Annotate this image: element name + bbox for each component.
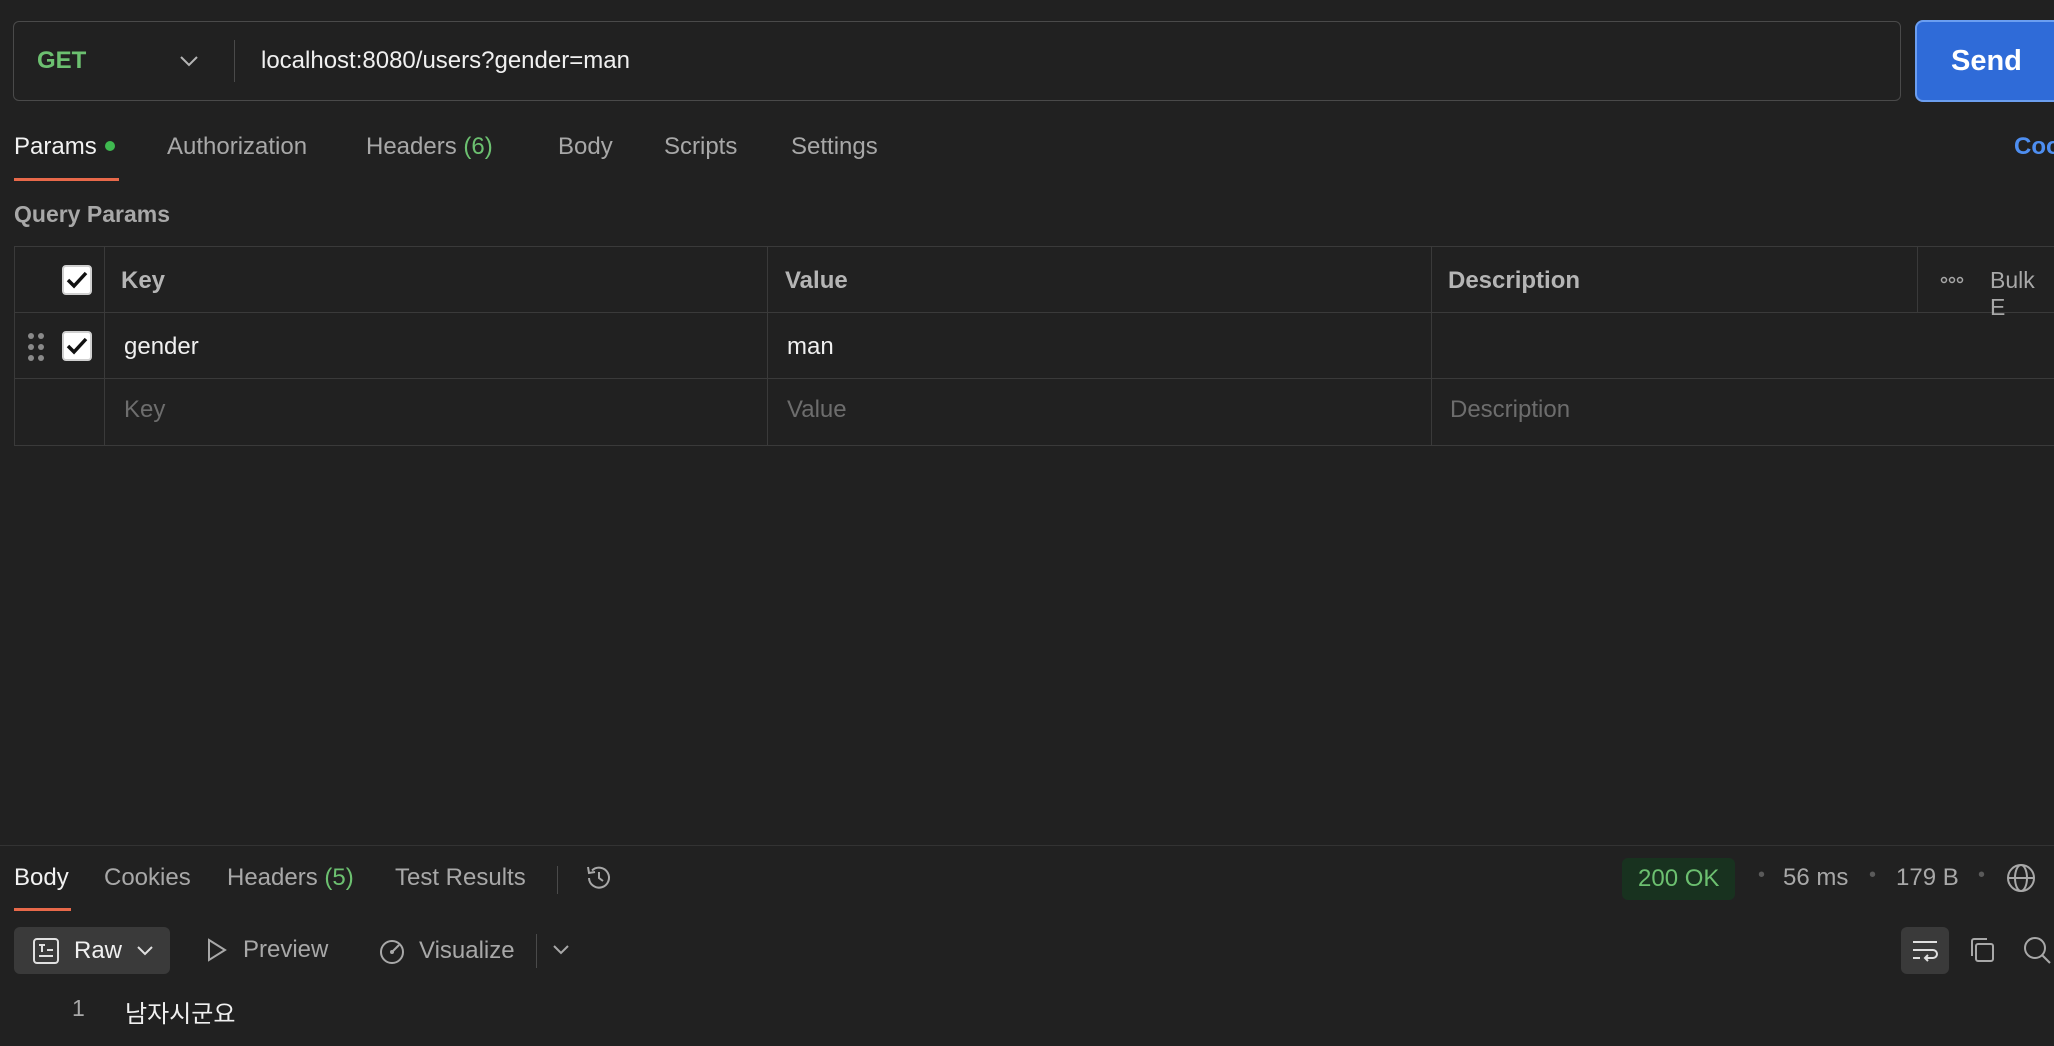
copy-icon[interactable]	[1967, 935, 1997, 970]
table-divider	[14, 312, 2054, 313]
line-number: 1	[72, 995, 85, 1021]
param-key-cell[interactable]: gender	[124, 333, 199, 361]
column-header-key: Key	[121, 267, 166, 294]
divider	[234, 40, 235, 82]
tab-authorization[interactable]: Authorization	[167, 133, 307, 161]
row-enable-checkbox[interactable]	[62, 331, 92, 361]
tab-body[interactable]: Body	[558, 133, 613, 161]
new-key-input[interactable]: Key	[124, 396, 165, 424]
tab-label: Headers	[366, 133, 457, 160]
param-value-cell[interactable]: man	[787, 333, 834, 361]
divider	[557, 866, 558, 894]
code-link[interactable]: Coo	[2014, 133, 2054, 161]
check-icon	[66, 271, 88, 289]
wrap-lines-icon	[1913, 940, 1938, 962]
format-label: Raw	[74, 936, 123, 964]
tab-label: Params	[14, 133, 97, 160]
response-tab-headers[interactable]: Headers (5)	[227, 864, 354, 892]
active-dot-icon	[104, 140, 115, 151]
visualize-button[interactable]: Visualize	[377, 936, 515, 966]
new-value-input[interactable]: Value	[787, 396, 847, 424]
response-time[interactable]: 56 ms	[1783, 864, 1848, 892]
response-tab-body[interactable]: Body	[14, 864, 69, 892]
column-header-value: Value	[785, 267, 848, 294]
response-tab-cookies[interactable]: Cookies	[104, 864, 191, 892]
column-header-description: Description	[1448, 267, 1581, 294]
new-description-input[interactable]: Description	[1450, 396, 1570, 424]
headers-count: (5)	[324, 864, 354, 891]
bulk-edit-link[interactable]: Bulk E	[1990, 267, 2054, 321]
tab-label: Headers	[227, 864, 318, 891]
response-size[interactable]: 179 B	[1896, 864, 1959, 892]
active-tab-underline	[14, 908, 71, 911]
separator-dot: •	[1978, 864, 1986, 886]
send-button[interactable]: Send	[1915, 20, 2054, 102]
preview-label: Preview	[243, 936, 329, 963]
chevron-down-icon	[137, 945, 153, 955]
table-divider	[767, 246, 768, 446]
params-table	[14, 246, 2054, 446]
method-select[interactable]: GET	[37, 22, 86, 100]
more-options-icon[interactable]	[1940, 268, 1964, 291]
divider	[536, 934, 537, 968]
raw-format-icon	[33, 937, 59, 964]
preview-button[interactable]: Preview	[205, 936, 328, 964]
status-badge[interactable]: 200 OK	[1622, 858, 1736, 900]
chevron-down-icon[interactable]	[179, 22, 199, 100]
wrap-lines-button[interactable]	[1901, 927, 1949, 974]
url-bar: GET localhost:8080/users?gender=man	[13, 21, 1901, 101]
select-all-checkbox[interactable]	[62, 265, 92, 295]
chevron-down-icon[interactable]	[552, 943, 570, 961]
visualize-icon	[380, 940, 404, 964]
response-body-line[interactable]: 남자시군요	[125, 994, 235, 1029]
search-icon[interactable]	[2022, 935, 2052, 970]
history-icon[interactable]	[583, 862, 615, 899]
active-tab-underline	[14, 178, 119, 181]
separator-dot: •	[1758, 864, 1766, 886]
response-divider[interactable]	[0, 845, 2054, 846]
table-divider	[14, 378, 2054, 379]
play-icon	[208, 938, 227, 962]
headers-count: (6)	[463, 133, 493, 160]
drag-handle-icon[interactable]	[27, 332, 45, 367]
format-select-raw[interactable]: Raw	[14, 927, 170, 974]
tab-scripts[interactable]: Scripts	[664, 133, 737, 161]
check-icon	[66, 337, 88, 355]
tab-settings[interactable]: Settings	[791, 133, 878, 161]
visualize-label: Visualize	[419, 937, 515, 964]
table-divider	[104, 246, 105, 446]
table-divider	[1431, 246, 1432, 446]
tab-headers[interactable]: Headers (6)	[366, 133, 493, 161]
tab-params[interactable]: Params	[14, 133, 115, 161]
query-params-title: Query Params	[14, 201, 170, 227]
url-input[interactable]: localhost:8080/users?gender=man	[261, 22, 630, 100]
table-divider	[1917, 246, 1918, 312]
response-tab-test-results[interactable]: Test Results	[395, 864, 526, 892]
separator-dot: •	[1869, 864, 1877, 886]
globe-icon[interactable]	[2005, 862, 2037, 899]
